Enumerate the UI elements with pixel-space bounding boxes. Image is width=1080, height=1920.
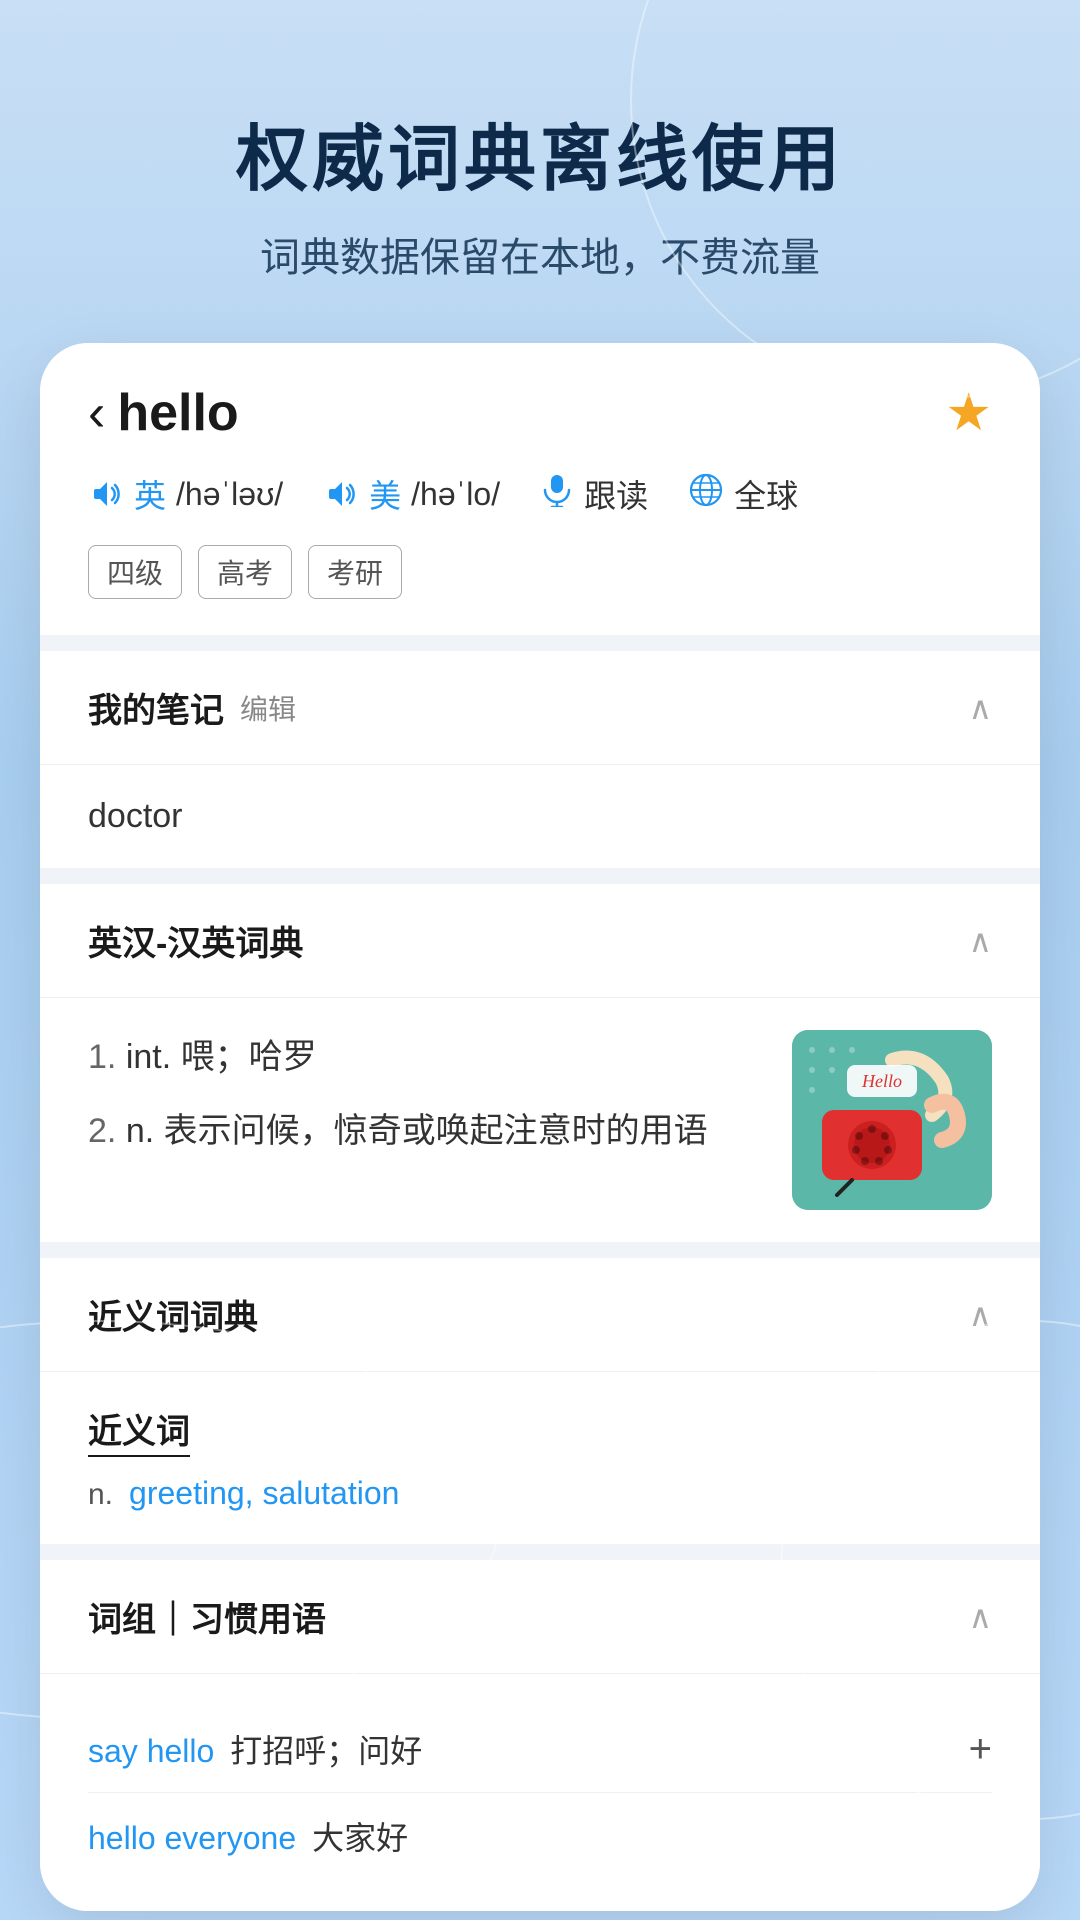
us-label: 美 [369, 471, 401, 517]
notes-section: 我的笔记 编辑 ∧ doctor [40, 651, 1040, 868]
app-title: 权威词典离线使用 [60, 100, 1020, 205]
us-phonetic: /həˈlo/ [411, 476, 500, 513]
speaker-us-icon[interactable] [323, 476, 359, 512]
notes-body: doctor [40, 765, 1040, 868]
phrase-meaning-2: 大家好 [312, 1813, 408, 1859]
phrase-word-2[interactable]: hello everyone [88, 1820, 296, 1857]
tag-cet4: 四级 [88, 545, 182, 599]
phrase-section-header: 词组｜习惯用语 ∧ [40, 1560, 1040, 1674]
microphone-icon [540, 473, 574, 516]
notes-section-header: 我的笔记 编辑 ∧ [40, 651, 1040, 765]
app-header: 权威词典离线使用 词典数据保留在本地，不费流量 [0, 0, 1080, 343]
us-pronunciation[interactable]: 美 /həˈlo/ [323, 471, 500, 517]
dictionary-card: ‹ hello ★ 英 /həˈləʊ/ [40, 343, 1040, 1911]
favorite-star-icon[interactable]: ★ [945, 383, 992, 443]
synonym-collapse-icon[interactable]: ∧ [969, 1296, 992, 1334]
dict-body: 1. int. 喂；哈罗 2. n. 表示问候，惊奇或唤起注意时的用语 [40, 998, 1040, 1242]
globe-icon [688, 472, 724, 517]
def-text-1: 喂；哈罗 [181, 1038, 317, 1076]
synonym-label-text: 近义词 [88, 1404, 190, 1457]
phrase-add-icon-1[interactable]: + [969, 1727, 992, 1772]
global-label: 全球 [734, 471, 798, 517]
synonym-section-title: 近义词词典 [88, 1290, 258, 1339]
phrase-item-1: say hello 打招呼；问好 + [88, 1706, 992, 1793]
uk-pronunciation[interactable]: 英 /həˈləʊ/ [88, 471, 283, 517]
def-num-2: 2. [88, 1112, 126, 1150]
dict-section-header: 英汉-汉英词典 ∧ [40, 884, 1040, 998]
phrase-left-1: say hello 打招呼；问好 [88, 1726, 422, 1772]
svg-text:Hello: Hello [861, 1071, 902, 1091]
tag-kaoyan: 考研 [308, 545, 402, 599]
synonym-body: 近义词 n. greeting, salutation [40, 1372, 1040, 1544]
phrase-meaning-1: 打招呼；问好 [230, 1726, 422, 1772]
def-num-1: 1. [88, 1038, 126, 1076]
synonym-row: n. greeting, salutation [88, 1475, 992, 1512]
dict-collapse-icon[interactable]: ∧ [969, 922, 992, 960]
phrase-section: 词组｜习惯用语 ∧ say hello 打招呼；问好 + hello every… [40, 1560, 1040, 1911]
synonym-words[interactable]: greeting, salutation [129, 1475, 399, 1512]
global-button[interactable]: 全球 [688, 471, 798, 517]
follow-read-button[interactable]: 跟读 [540, 471, 648, 517]
app-subtitle: 词典数据保留在本地，不费流量 [60, 225, 1020, 283]
phrase-item-2: hello everyone 大家好 [88, 1793, 992, 1879]
pronunciation-row: 英 /həˈləʊ/ 美 /həˈlo/ [88, 471, 992, 517]
synonym-section: 近义词词典 ∧ 近义词 n. greeting, salutation [40, 1258, 1040, 1544]
definition-1: 1. int. 喂；哈罗 [88, 1030, 768, 1084]
dict-section-title: 英汉-汉英词典 [88, 916, 303, 965]
phrase-collapse-icon[interactable]: ∧ [969, 1598, 992, 1636]
def-pos-1: int. [126, 1038, 181, 1076]
synonym-section-header: 近义词词典 ∧ [40, 1258, 1040, 1372]
phrase-left-2: hello everyone 大家好 [88, 1813, 408, 1859]
follow-read-label: 跟读 [584, 471, 648, 517]
dictionary-illustration: Hello [792, 1030, 992, 1210]
back-arrow-icon[interactable]: ‹ [88, 383, 105, 443]
phrase-section-title: 词组｜习惯用语 [88, 1592, 326, 1641]
uk-label: 英 [134, 471, 166, 517]
notes-edit-button[interactable]: 编辑 [240, 688, 296, 728]
phrase-body: say hello 打招呼；问好 + hello everyone 大家好 [40, 1674, 1040, 1911]
def-text-2: 表示问候，惊奇或唤起注意时的用语 [164, 1112, 708, 1150]
notes-section-title: 我的笔记 [88, 683, 224, 732]
exam-tags: 四级 高考 考研 [88, 545, 992, 599]
phrase-word-1[interactable]: say hello [88, 1733, 214, 1770]
word-header: ‹ hello ★ 英 /həˈləʊ/ [40, 343, 1040, 635]
word-text: hello [117, 383, 238, 443]
notes-title-group: 我的笔记 编辑 [88, 683, 296, 732]
dict-section: 英汉-汉英词典 ∧ 1. int. 喂；哈罗 2. n. 表示问候，惊奇或唤起注… [40, 884, 1040, 1242]
uk-phonetic: /həˈləʊ/ [176, 476, 283, 513]
notes-collapse-icon[interactable]: ∧ [969, 689, 992, 727]
definitions-container: 1. int. 喂；哈罗 2. n. 表示问候，惊奇或唤起注意时的用语 [88, 1030, 992, 1210]
word-title-group: ‹ hello [88, 383, 239, 443]
def-pos-2: n. [126, 1112, 164, 1150]
speaker-uk-icon[interactable] [88, 476, 124, 512]
definition-2: 2. n. 表示问候，惊奇或唤起注意时的用语 [88, 1104, 768, 1158]
definitions-text: 1. int. 喂；哈罗 2. n. 表示问候，惊奇或唤起注意时的用语 [88, 1030, 768, 1210]
tag-gaokao: 高考 [198, 545, 292, 599]
notes-content: doctor [88, 797, 183, 835]
synonym-pos: n. [88, 1478, 113, 1512]
